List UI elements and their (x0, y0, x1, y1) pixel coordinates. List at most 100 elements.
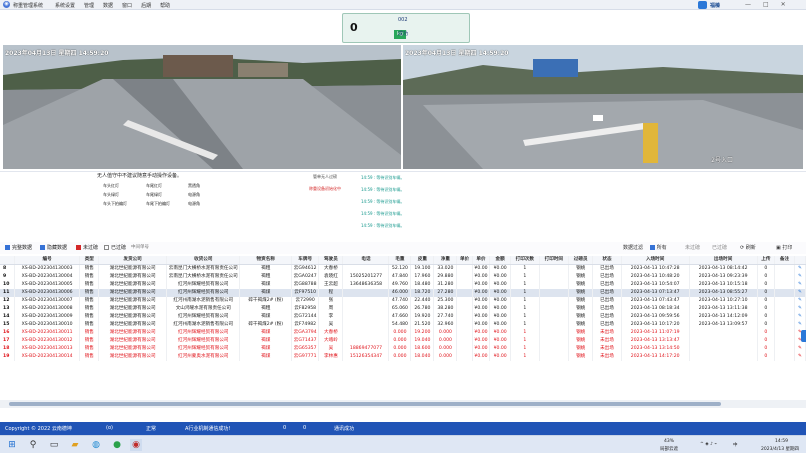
cell-driver: 袁晓红 (318, 273, 344, 281)
column-header[interactable]: 上传 (757, 256, 776, 265)
search-icon[interactable]: ⚲ (27, 439, 39, 451)
table-row[interactable]: 18 XS-BD-202304130013 销售 湖北世纪能源有限公司 红河州辉耀经贸有… (0, 345, 806, 353)
column-header[interactable]: 单价 (472, 256, 491, 265)
column-header[interactable]: 过磅员 (568, 256, 594, 265)
task-view-icon[interactable]: ▭ (48, 439, 60, 451)
column-header[interactable]: 发货公司 (98, 256, 168, 265)
column-header[interactable]: 入场时间 (621, 256, 690, 265)
column-header[interactable]: 单价 (456, 256, 473, 265)
led-head-red[interactable]: 车头红灯 (103, 183, 119, 189)
edit-icon[interactable]: ✎ (794, 264, 806, 273)
menu-later[interactable]: 后期 (141, 2, 151, 9)
led-extra-2[interactable]: 电源角 (188, 192, 200, 198)
weighing-app-taskbar-icon[interactable]: ◉ (130, 439, 142, 451)
column-header[interactable]: 编号 (14, 256, 81, 265)
menu-system[interactable]: 系统设置 (55, 2, 75, 9)
table-row[interactable]: 14 XS-BD-202304130009 销售 湖北世纪能源有限公司 红河州辉耀经贸有… (0, 313, 806, 321)
menu-help[interactable]: 帮助 (160, 2, 170, 9)
column-header[interactable]: 备注 (774, 256, 795, 265)
edit-icon[interactable]: ✎ (794, 345, 806, 353)
cell-driver: 吴 (318, 345, 344, 353)
search-input[interactable] (131, 243, 176, 252)
mode-text: 正常 (146, 426, 157, 432)
cell-amount: ¥0.00 (489, 329, 512, 337)
cell-driver: 王云超 (318, 281, 344, 289)
column-header[interactable]: 收货公司 (166, 256, 241, 265)
edit-icon[interactable]: ✎ (794, 305, 806, 313)
edit-icon[interactable]: ✎ (794, 273, 806, 281)
cell-net: 0.000 (433, 353, 458, 361)
table-row[interactable]: 10 XS-BD-202304130005 销售 湖北世纪能源有限公司 红河州辉耀经贸有… (0, 281, 806, 289)
column-header[interactable]: 车牌号 (291, 256, 320, 265)
column-header[interactable]: 打印时间 (539, 256, 570, 265)
column-header[interactable]: 电话 (342, 256, 390, 265)
refresh-button[interactable]: ⟳ 刷新 (740, 244, 756, 251)
show-finished-checkbox[interactable]: 已过磅 (104, 244, 126, 251)
edit-icon[interactable]: ✎ (794, 313, 806, 321)
app-icon-green[interactable]: ● (111, 439, 123, 451)
column-header[interactable] (794, 256, 806, 265)
table-row[interactable]: 17 XS-BD-202304130012 销售 湖北世纪能源有限公司 红河州辉耀经贸有… (0, 337, 806, 345)
show-complete-checkbox[interactable]: 完整数据 (5, 244, 32, 251)
column-header[interactable]: 类型 (79, 256, 100, 265)
led-tail-green[interactable]: 车尾绿灯 (146, 192, 162, 198)
cell-amount: ¥0.00 (489, 297, 512, 305)
column-header[interactable]: 物资名称 (239, 256, 292, 265)
horizontal-scroll-thumb[interactable] (9, 402, 721, 406)
table-row[interactable]: 11 XS-BD-202304130006 销售 湖北世纪能源有限公司 红河州辉耀经贸有… (0, 289, 806, 297)
clock-date[interactable]: 2023/4/13 星期四 (761, 446, 799, 452)
maximize-icon[interactable]: □ (763, 1, 769, 8)
edit-icon[interactable]: ✎ (794, 289, 806, 297)
column-header[interactable]: 毛重 (388, 256, 412, 265)
close-icon[interactable]: ✕ (781, 1, 786, 8)
print-button[interactable]: ▣ 打印 (776, 244, 792, 251)
menu-data[interactable]: 数据 (103, 2, 113, 9)
column-header[interactable]: 状态 (592, 256, 622, 265)
not-passed-toggle[interactable]: 未过磅 (685, 244, 700, 251)
minimize-icon[interactable]: — (745, 1, 751, 8)
windows-start-icon[interactable]: ⊞ (6, 439, 18, 451)
show-pending-checkbox[interactable]: 隐藏数据 (40, 244, 67, 251)
led-extra-1[interactable]: 黑透角 (188, 183, 200, 189)
table-row[interactable]: 8 XS-BD-202304130003 销售 湖北世纪能源有限公司 云南昆门大横桥水泥… (0, 264, 806, 273)
led-head-bottom[interactable]: 车头下拍编灯 (103, 201, 127, 207)
edit-icon[interactable]: ✎ (794, 321, 806, 329)
led-tail-red[interactable]: 车尾红灯 (146, 183, 162, 189)
cell-n: 18 (0, 345, 15, 353)
show-unfinished-checkbox[interactable]: 未过磅 (76, 244, 98, 251)
edge-icon[interactable]: ◍ (90, 439, 102, 451)
column-header[interactable]: 打印次数 (510, 256, 540, 265)
column-header[interactable]: 出场时间 (689, 256, 758, 265)
side-expand-handle[interactable] (801, 330, 806, 342)
column-header[interactable]: 净重 (433, 256, 458, 265)
folder-icon[interactable]: ▰ (69, 439, 81, 451)
ime-lang[interactable]: 中 (733, 442, 738, 448)
table-row[interactable]: 13 XS-BD-202304130008 销售 湖北世纪能源有限公司 文山鸿曜水泥有限… (0, 305, 806, 313)
menu-manage[interactable]: 管理 (84, 2, 94, 9)
edit-icon[interactable]: ✎ (794, 297, 806, 305)
column-header[interactable]: 驾驶员 (318, 256, 344, 265)
all-checkbox[interactable]: 所有 (650, 244, 667, 251)
led-tail-bottom[interactable]: 车尾下拍编灯 (146, 201, 170, 207)
cell-driver: 李林惠 (318, 353, 344, 361)
passed-toggle[interactable]: 已过磅 (712, 244, 727, 251)
cell-tare: 21.520 (410, 321, 435, 329)
column-header[interactable]: 金额 (489, 256, 512, 265)
table-row[interactable]: 12 XS-BD-202304130007 销售 湖北世纪能源有限公司 红河州南湖水泥销… (0, 297, 806, 305)
edit-icon[interactable]: ✎ (794, 281, 806, 289)
table-row[interactable]: 15 XS-BD-202304130010 销售 湖北世纪能源有限公司 红河州南湖水泥销… (0, 321, 806, 329)
cell-net: 31.280 (433, 281, 458, 289)
menu-window[interactable]: 窗口 (122, 2, 132, 9)
column-header[interactable] (0, 256, 15, 265)
table-row[interactable]: 19 XS-BD-202304130014 销售 湖北世纪能源有限公司 红河州蒙奥水泥有… (0, 353, 806, 361)
clock-time[interactable]: 14:59 (775, 439, 788, 444)
edit-icon[interactable]: ✎ (794, 353, 806, 361)
table-row[interactable]: 9 XS-BD-202304130004 销售 湖北世纪能源有限公司 云南昆门大横桥水泥… (0, 273, 806, 281)
column-header[interactable]: 皮重 (410, 256, 435, 265)
table-row[interactable]: 16 XS-BD-202304130011 销售 湖北世纪能源有限公司 红河州辉耀经贸有… (0, 329, 806, 337)
cell-price (456, 289, 473, 297)
led-head-green[interactable]: 车头绿灯 (103, 192, 119, 198)
cell-id: XS-BD-202304130005 (14, 281, 81, 289)
tray-icons[interactable]: ^ ◈ ♪ ⌁ (700, 442, 717, 447)
led-extra-3[interactable]: 电源角 (188, 201, 200, 207)
